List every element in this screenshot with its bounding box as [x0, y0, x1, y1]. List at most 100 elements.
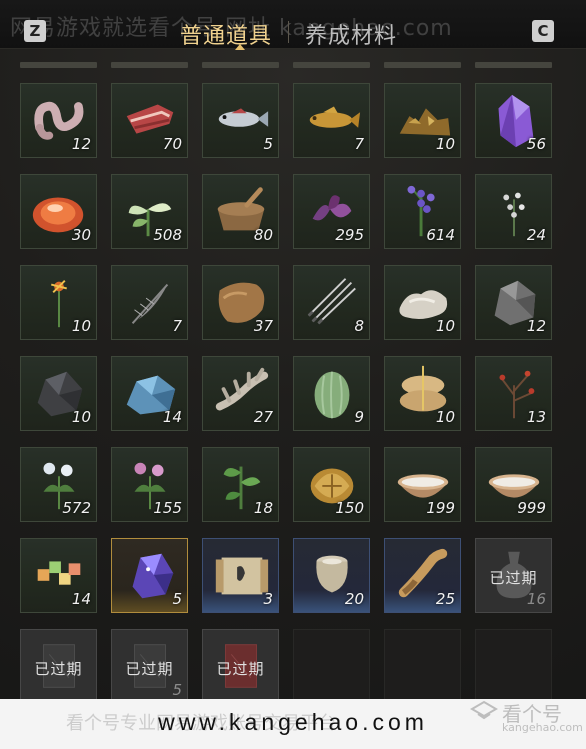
item-slot-small-white-flowers[interactable]: 24	[475, 174, 552, 249]
item-count: 5	[172, 681, 182, 699]
item-count: 9	[354, 408, 364, 426]
item-slot-red-flower[interactable]: 10	[20, 265, 97, 340]
item-slot-expired-red-card[interactable]: 已过期	[202, 629, 279, 704]
item-slot-scroll[interactable]: 3	[202, 538, 279, 613]
item-count: 295	[335, 226, 364, 244]
item-count: 10	[435, 317, 455, 335]
item-count: 199	[426, 499, 455, 517]
previous-row-edge	[384, 62, 461, 68]
item-count: 10	[435, 408, 455, 426]
item-slot-fish[interactable]: 5	[202, 83, 279, 158]
expired-label: 已过期	[125, 660, 174, 678]
item-count: 16	[526, 590, 546, 608]
tab-divider	[288, 21, 290, 43]
expired-label: 已过期	[216, 660, 265, 678]
item-count: 37	[253, 317, 273, 335]
item-slot-gold-ornament[interactable]: 150	[293, 447, 370, 522]
item-slot-melon[interactable]: 9	[293, 356, 370, 431]
item-count: 20	[344, 590, 364, 608]
tabs: 普通道具 养成材料	[180, 18, 397, 50]
item-count: 8	[354, 317, 364, 335]
item-slot-jar[interactable]: 20	[293, 538, 370, 613]
item-slot-lavender[interactable]: 614	[384, 174, 461, 249]
item-slot-candy[interactable]: 14	[20, 538, 97, 613]
item-slot-milk-bowl-large[interactable]: 999	[475, 447, 552, 522]
item-count: 14	[162, 408, 182, 426]
item-count: 572	[62, 499, 91, 517]
item-slot-empty-3	[475, 629, 552, 704]
item-count: 7	[172, 317, 182, 335]
item-count: 12	[526, 317, 546, 335]
item-slot-purple-flower[interactable]: 295	[293, 174, 370, 249]
item-slot-meat[interactable]: 70	[111, 83, 188, 158]
item-count: 70	[162, 135, 182, 153]
site-logo-sub: kangehao.com	[502, 721, 583, 734]
tab-normal-items[interactable]: 普通道具	[180, 18, 272, 50]
inventory-screen: 网易游戏就选看个号 网址 kangehao.com Z C 普通道具 养成材料 …	[0, 0, 586, 749]
previous-row-edge	[20, 62, 97, 68]
item-count: 24	[526, 226, 546, 244]
item-count: 30	[71, 226, 91, 244]
item-slot-pink-flower-plant[interactable]: 155	[111, 447, 188, 522]
item-slot-white-herb[interactable]: 508	[111, 174, 188, 249]
item-count: 3	[263, 590, 273, 608]
item-slot-carp[interactable]: 7	[293, 83, 370, 158]
top-bar: 网易游戏就选看个号 网址 kangehao.com Z C 普通道具 养成材料	[0, 0, 586, 50]
item-slot-milk-bowl[interactable]: 199	[384, 447, 461, 522]
item-slot-mortar[interactable]: 80	[202, 174, 279, 249]
item-slot-amethyst[interactable]: 56	[475, 83, 552, 158]
site-logo: 看个号 kangehao.com	[470, 694, 583, 740]
item-slot-grey-ore[interactable]: 12	[475, 265, 552, 340]
item-slot-expired-card-1[interactable]: 已过期	[20, 629, 97, 704]
item-slot-blue-crystal[interactable]: 14	[111, 356, 188, 431]
item-count: 18	[253, 499, 273, 517]
expired-label: 已过期	[34, 660, 83, 678]
item-grid: 12 70 5 7 10 56 30 508 80 295 614 24 10 7 37 8 10 12 10 14 2…	[20, 83, 560, 704]
item-slot-purple-gem[interactable]: 5	[111, 538, 188, 613]
previous-row-edge	[475, 62, 552, 68]
item-slot-empty-1	[293, 629, 370, 704]
item-slot-white-flower-plant[interactable]: 572	[20, 447, 97, 522]
item-slot-ore-pile[interactable]: 10	[384, 83, 461, 158]
tab-materials[interactable]: 养成材料	[305, 18, 397, 50]
item-count: 56	[526, 135, 546, 153]
item-slot-green-sprout[interactable]: 18	[202, 447, 279, 522]
item-count: 150	[335, 499, 364, 517]
item-slot-fur[interactable]: 37	[202, 265, 279, 340]
item-count: 13	[526, 408, 546, 426]
item-count: 10	[71, 408, 91, 426]
item-count: 614	[426, 226, 455, 244]
item-count: 12	[71, 135, 91, 153]
item-slot-quills[interactable]: 8	[293, 265, 370, 340]
item-count: 7	[354, 135, 364, 153]
item-count: 10	[435, 135, 455, 153]
item-slot-expired-card-2[interactable]: 已过期 5	[111, 629, 188, 704]
prev-tab-key[interactable]: Z	[24, 20, 46, 42]
item-slot-red-gem[interactable]: 30	[20, 174, 97, 249]
item-count: 999	[517, 499, 546, 517]
item-count: 27	[253, 408, 273, 426]
item-count: 25	[435, 590, 455, 608]
item-slot-feather[interactable]: 7	[111, 265, 188, 340]
item-slot-red-berries[interactable]: 13	[475, 356, 552, 431]
previous-row-edge	[202, 62, 279, 68]
next-tab-key[interactable]: C	[532, 20, 554, 42]
item-slot-sacks[interactable]: 10	[384, 356, 461, 431]
item-slot-bone[interactable]: 27	[202, 356, 279, 431]
item-count: 5	[263, 135, 273, 153]
item-count: 5	[172, 590, 182, 608]
item-count: 155	[153, 499, 182, 517]
item-count: 10	[71, 317, 91, 335]
item-slot-empty-2	[384, 629, 461, 704]
item-slot-intestines[interactable]: 12	[20, 83, 97, 158]
item-slot-horn[interactable]: 25	[384, 538, 461, 613]
item-count: 80	[253, 226, 273, 244]
site-logo-icon	[470, 700, 498, 720]
item-slot-dark-stone[interactable]: 10	[20, 356, 97, 431]
item-count: 14	[71, 590, 91, 608]
item-count: 508	[153, 226, 182, 244]
item-slot-expired-bottle[interactable]: 已过期 16	[475, 538, 552, 613]
item-slot-wool[interactable]: 10	[384, 265, 461, 340]
expired-label: 已过期	[489, 569, 538, 587]
previous-row-edge	[293, 62, 370, 68]
